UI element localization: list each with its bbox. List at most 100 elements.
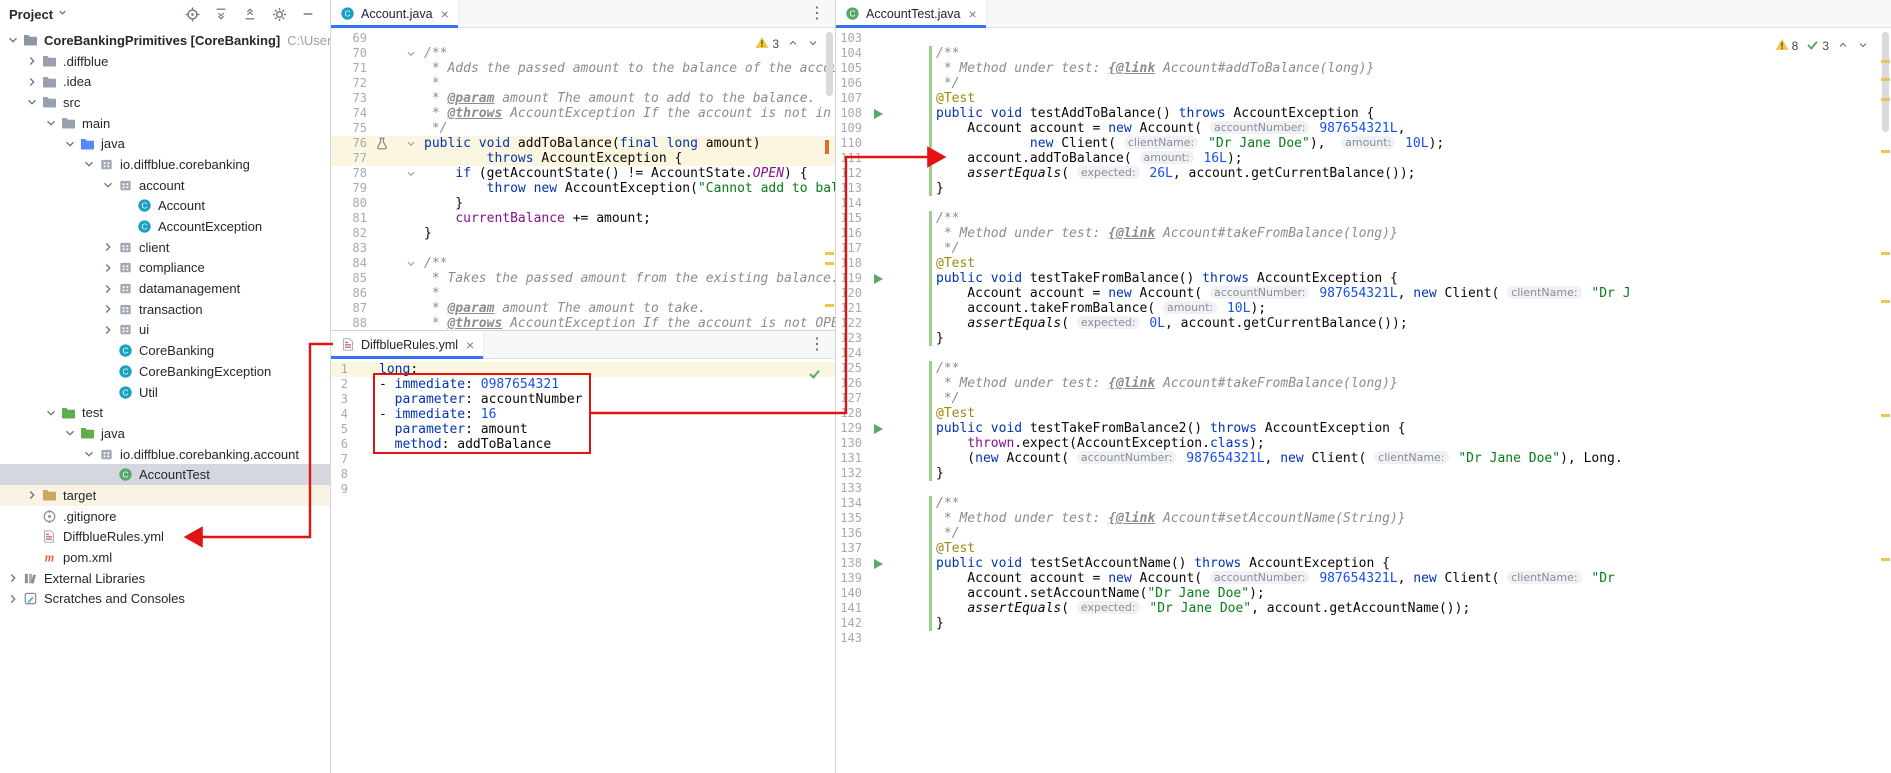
line-number[interactable]: 125 xyxy=(836,361,867,376)
line-number[interactable]: 3 xyxy=(331,392,353,407)
code-line[interactable]: 125/** xyxy=(836,361,1891,376)
tree-item--gitignore[interactable]: .gitignore xyxy=(0,506,330,527)
chevron-right-icon[interactable] xyxy=(23,74,40,90)
line-number[interactable]: 127 xyxy=(836,391,867,406)
code-line[interactable]: 113} xyxy=(836,181,1891,196)
gutter[interactable] xyxy=(867,181,936,196)
code-line[interactable]: 110 new Client( clientName: "Dr Jane Doe… xyxy=(836,136,1891,151)
code-line[interactable]: 120 Account account = new Account( accou… xyxy=(836,286,1891,301)
warning-stripe-mark[interactable] xyxy=(825,262,834,265)
chevron-down-icon[interactable] xyxy=(80,156,97,172)
expand-all-icon[interactable] xyxy=(213,6,229,22)
gutter[interactable] xyxy=(867,91,936,106)
line-number[interactable]: 120 xyxy=(836,286,867,301)
line-number[interactable]: 112 xyxy=(836,166,867,181)
line-number[interactable]: 84 xyxy=(331,256,372,271)
line-number[interactable]: 122 xyxy=(836,316,867,331)
chevron-down-icon[interactable] xyxy=(23,94,40,110)
gutter[interactable] xyxy=(867,136,936,151)
warning-stripe-mark[interactable] xyxy=(1881,252,1890,255)
gutter[interactable] xyxy=(353,377,379,392)
tree-item-transaction[interactable]: transaction xyxy=(0,299,330,320)
code-line[interactable]: 137@Test xyxy=(836,541,1891,556)
line-number[interactable]: 133 xyxy=(836,481,867,496)
gutter[interactable] xyxy=(372,76,424,91)
line-number[interactable]: 113 xyxy=(836,181,867,196)
prev-issue-icon[interactable] xyxy=(787,37,799,52)
gutter[interactable] xyxy=(867,451,936,466)
code-line[interactable]: 139 Account account = new Account( accou… xyxy=(836,571,1891,586)
tree-item-io-diffblue-corebanking[interactable]: io.diffblue.corebanking xyxy=(0,154,330,175)
gutter[interactable] xyxy=(867,151,936,166)
tree-item-account[interactable]: account xyxy=(0,175,330,196)
error-stripe-mark[interactable] xyxy=(825,140,829,154)
gutter[interactable] xyxy=(867,586,936,601)
tree-item-ui[interactable]: ui xyxy=(0,320,330,341)
next-issue-icon[interactable] xyxy=(807,37,819,52)
gutter[interactable] xyxy=(867,361,936,376)
gutter[interactable] xyxy=(353,362,379,377)
code-line[interactable]: 127 */ xyxy=(836,391,1891,406)
gutter[interactable] xyxy=(867,631,936,646)
line-number[interactable]: 70 xyxy=(331,46,372,61)
tree-item-account[interactable]: CAccount xyxy=(0,196,330,217)
code-line[interactable]: 73 * @param amount The amount to add to … xyxy=(331,91,835,106)
line-number[interactable]: 73 xyxy=(331,91,372,106)
line-number[interactable]: 130 xyxy=(836,436,867,451)
chevron-right-icon[interactable] xyxy=(99,239,116,255)
line-number[interactable]: 9 xyxy=(331,482,353,497)
line-number[interactable]: 116 xyxy=(836,226,867,241)
code-line[interactable]: 114 xyxy=(836,196,1891,211)
code-line[interactable]: 141 assertEquals( expected: "Dr Jane Doe… xyxy=(836,601,1891,616)
gutter[interactable] xyxy=(867,76,936,91)
line-number[interactable]: 72 xyxy=(331,76,372,91)
line-number[interactable]: 104 xyxy=(836,46,867,61)
line-number[interactable]: 6 xyxy=(331,437,353,452)
line-number[interactable]: 82 xyxy=(331,226,372,241)
line-number[interactable]: 83 xyxy=(331,241,372,256)
line-number[interactable]: 110 xyxy=(836,136,867,151)
code-line[interactable]: 140 account.setAccountName("Dr Jane Doe"… xyxy=(836,586,1891,601)
code-line[interactable]: 112 assertEquals( expected: 26L, account… xyxy=(836,166,1891,181)
gutter[interactable] xyxy=(867,601,936,616)
code-line[interactable]: 88 * @throws AccountException If the acc… xyxy=(331,316,835,330)
line-number[interactable]: 5 xyxy=(331,422,353,437)
code-line[interactable]: 76public void addToBalance(final long am… xyxy=(331,136,835,151)
gutter[interactable] xyxy=(867,466,936,481)
warning-stripe-mark[interactable] xyxy=(1881,558,1890,561)
chevron-down-icon[interactable] xyxy=(42,115,59,131)
line-number[interactable]: 135 xyxy=(836,511,867,526)
line-number[interactable]: 87 xyxy=(331,301,372,316)
code-line[interactable]: 1long: xyxy=(331,362,835,377)
gutter[interactable] xyxy=(867,421,936,436)
code-line[interactable]: 142} xyxy=(836,616,1891,631)
line-number[interactable]: 80 xyxy=(331,196,372,211)
gutter[interactable] xyxy=(867,331,936,346)
inspections-widget[interactable]: 8 3 xyxy=(1775,38,1869,54)
chevron-right-icon[interactable] xyxy=(99,322,116,338)
code-line[interactable]: 104/** xyxy=(836,46,1891,61)
gutter[interactable] xyxy=(372,46,424,61)
gutter[interactable] xyxy=(353,407,379,422)
code-line[interactable]: 78 if (getAccountState() != AccountState… xyxy=(331,166,835,181)
code-line[interactable]: 9 xyxy=(331,482,835,497)
inspections-widget[interactable] xyxy=(808,367,821,383)
code-line[interactable]: 118@Test xyxy=(836,256,1891,271)
code-line[interactable]: 129public void testTakeFromBalance2() th… xyxy=(836,421,1891,436)
gutter[interactable] xyxy=(867,406,936,421)
hide-panel-icon[interactable] xyxy=(300,6,316,22)
code-line[interactable]: 80 } xyxy=(331,196,835,211)
line-number[interactable]: 86 xyxy=(331,286,372,301)
gutter[interactable] xyxy=(372,136,424,151)
tree-item-corebankingprimitives-corebanking-[interactable]: CoreBankingPrimitives [CoreBanking]C:\Us… xyxy=(0,30,330,51)
gutter[interactable] xyxy=(867,196,936,211)
warning-stripe-mark[interactable] xyxy=(1881,300,1890,303)
code-line[interactable]: 131 (new Account( accountNumber: 9876543… xyxy=(836,451,1891,466)
tree-item-accounttest[interactable]: CAccountTest xyxy=(0,464,330,485)
tree-item-java[interactable]: java xyxy=(0,133,330,154)
gutter[interactable] xyxy=(867,511,936,526)
code-line[interactable]: 87 * @param amount The amount to take. xyxy=(331,301,835,316)
tree-item-corebanking[interactable]: CCoreBanking xyxy=(0,340,330,361)
tree-item-main[interactable]: main xyxy=(0,113,330,134)
code-line[interactable]: 7 xyxy=(331,452,835,467)
